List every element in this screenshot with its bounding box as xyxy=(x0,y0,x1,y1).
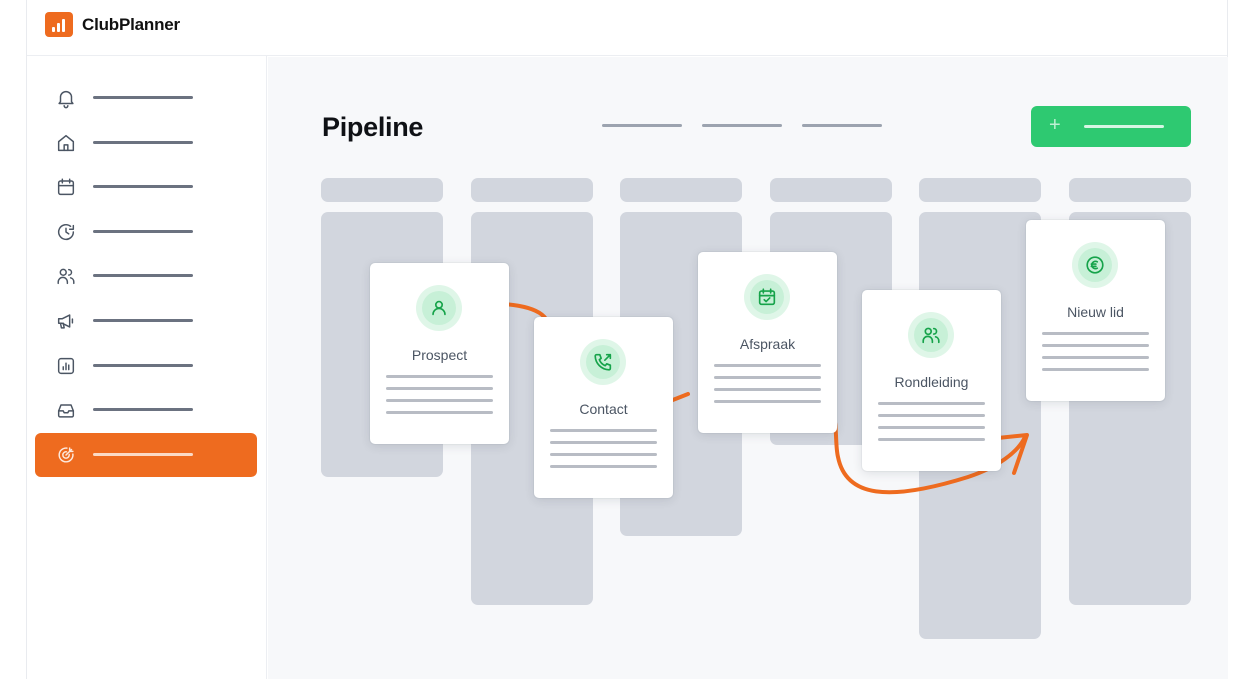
stage-icon-badge xyxy=(744,274,790,320)
placeholder-line xyxy=(878,426,985,429)
sidebar-item-members[interactable] xyxy=(35,254,257,298)
placeholder-line xyxy=(714,376,821,379)
sidebar-item-inbox[interactable] xyxy=(35,388,257,432)
sidebar-item-label xyxy=(93,274,193,277)
sidebar-item-label xyxy=(93,96,193,99)
users-icon xyxy=(922,327,940,344)
placeholder-line xyxy=(386,375,493,378)
sidebar-item-calendar[interactable] xyxy=(35,165,257,209)
sidebar-item-reports[interactable] xyxy=(35,344,257,388)
sidebar-item-label xyxy=(93,319,193,322)
stage-icon-badge xyxy=(416,285,462,331)
stage-icon-badge xyxy=(580,339,626,385)
bell-icon xyxy=(58,90,74,109)
stage-icon-badge xyxy=(908,312,954,358)
placeholder-line xyxy=(550,453,657,456)
sidebar-item-history[interactable] xyxy=(35,210,257,254)
placeholder-line xyxy=(1042,344,1149,347)
placeholder-line xyxy=(550,441,657,444)
placeholder-line xyxy=(550,429,657,432)
sidebar-item-marketing[interactable] xyxy=(35,299,257,343)
megaphone-icon xyxy=(57,314,74,329)
stage-card-contact[interactable]: Contact xyxy=(534,317,673,498)
calendar-check-icon xyxy=(758,288,776,306)
target-icon xyxy=(58,447,74,463)
sidebar xyxy=(27,56,267,679)
placeholder-line xyxy=(714,400,821,403)
placeholder-line xyxy=(1042,368,1149,371)
stage-card-prospect[interactable]: Prospect xyxy=(370,263,509,444)
stage-label: Contact xyxy=(579,401,628,417)
placeholder-line xyxy=(714,388,821,391)
placeholder-line xyxy=(1042,332,1149,335)
users-icon xyxy=(57,268,75,285)
calendar-icon xyxy=(57,178,75,196)
placeholder-line xyxy=(878,438,985,441)
placeholder-line xyxy=(714,364,821,367)
sidebar-item-notifications[interactable] xyxy=(35,76,257,120)
sidebar-item-label xyxy=(93,141,193,144)
sidebar-item-label xyxy=(93,408,193,411)
euro-icon xyxy=(1086,256,1104,274)
stage-card-afspraak[interactable]: Afspraak xyxy=(698,252,837,433)
home-icon xyxy=(57,134,75,152)
chart-icon xyxy=(57,357,75,375)
inbox-icon xyxy=(57,404,75,418)
top-bar: ClubPlanner xyxy=(27,0,1227,56)
stage-label: Nieuw lid xyxy=(1067,304,1124,320)
phone-outgoing-icon xyxy=(594,353,612,371)
placeholder-line xyxy=(386,411,493,414)
sidebar-item-label xyxy=(93,185,193,188)
placeholder-line xyxy=(386,387,493,390)
app-window: ClubPlanner Pipeline + Prospect Contact … xyxy=(26,0,1228,679)
user-icon xyxy=(432,300,446,316)
stage-card-rondleiding[interactable]: Rondleiding xyxy=(862,290,1001,471)
stage-label: Rondleiding xyxy=(894,374,969,390)
clock-refresh-icon xyxy=(58,223,75,241)
sidebar-item-home[interactable] xyxy=(35,121,257,165)
placeholder-line xyxy=(878,402,985,405)
clubplanner-logo-icon xyxy=(45,12,73,37)
stage-label: Afspraak xyxy=(739,336,796,352)
app-name: ClubPlanner xyxy=(82,15,180,34)
main-content: Pipeline + Prospect Contact Afspraak Ron… xyxy=(268,57,1228,679)
placeholder-line xyxy=(550,465,657,468)
sidebar-item-label xyxy=(93,453,193,456)
sidebar-item-label xyxy=(93,364,193,367)
placeholder-line xyxy=(386,399,493,402)
stage-card-nieuw-lid[interactable]: Nieuw lid xyxy=(1026,220,1165,401)
placeholder-line xyxy=(1042,356,1149,359)
stage-icon-badge xyxy=(1072,242,1118,288)
stage-label: Prospect xyxy=(411,347,468,363)
sidebar-item-leads[interactable] xyxy=(35,433,257,477)
sidebar-item-label xyxy=(93,230,193,233)
placeholder-line xyxy=(878,414,985,417)
